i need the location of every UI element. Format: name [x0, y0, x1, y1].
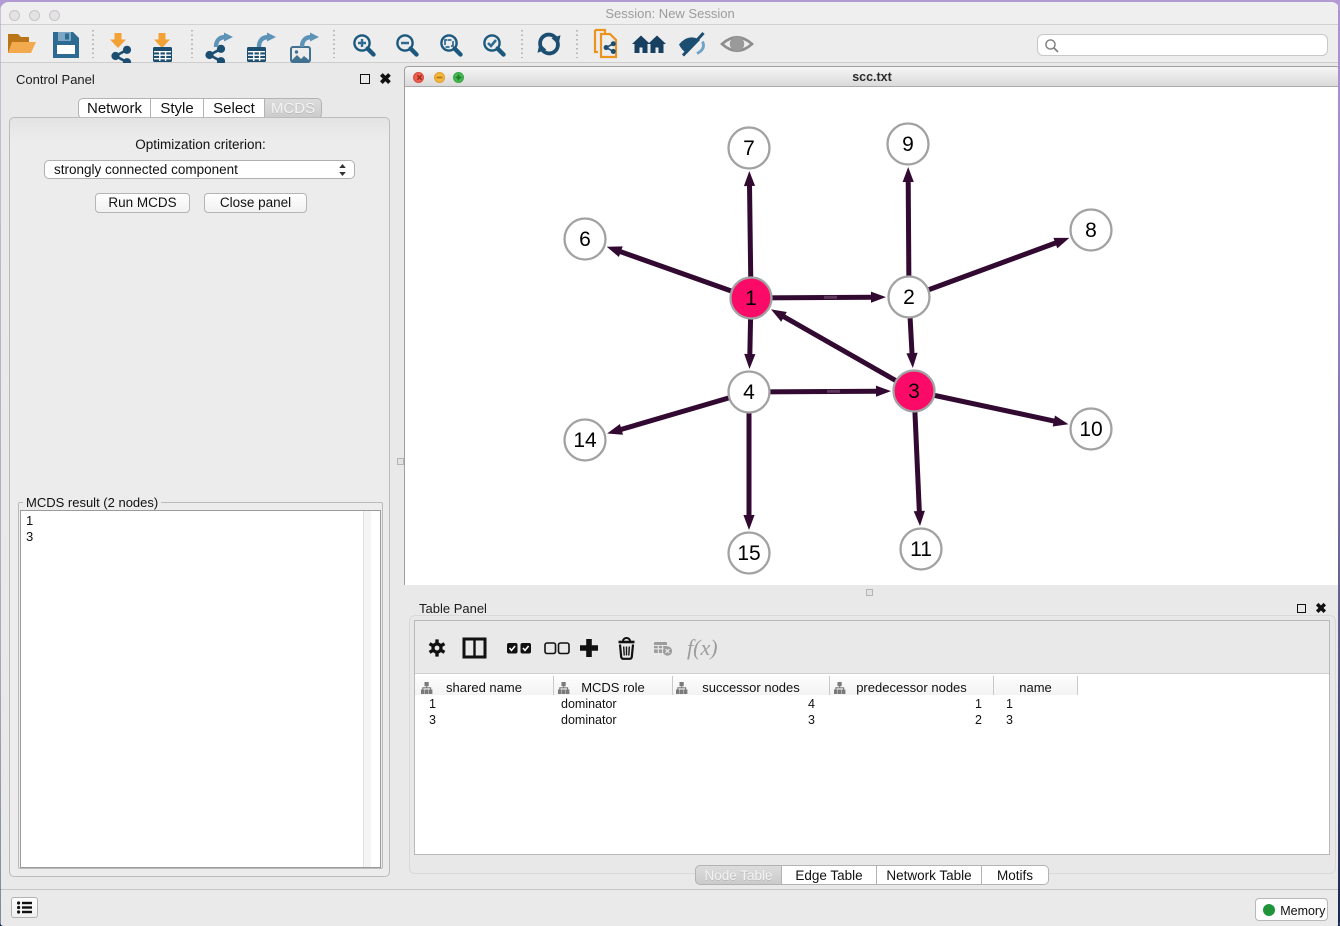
svg-text:1: 1 [745, 287, 757, 310]
svg-text:15: 15 [737, 542, 760, 565]
svg-text:4: 4 [743, 381, 755, 404]
svg-text:f(x): f(x) [687, 635, 718, 660]
svg-text:11: 11 [910, 538, 932, 561]
svg-text:3: 3 [908, 380, 920, 403]
svg-text:9: 9 [902, 133, 914, 156]
svg-text:14: 14 [573, 429, 597, 452]
svg-text:8: 8 [1085, 219, 1097, 242]
svg-text:2: 2 [903, 286, 915, 309]
svg-text:10: 10 [1079, 418, 1102, 441]
svg-text:7: 7 [743, 137, 755, 160]
svg-text:6: 6 [579, 228, 591, 251]
